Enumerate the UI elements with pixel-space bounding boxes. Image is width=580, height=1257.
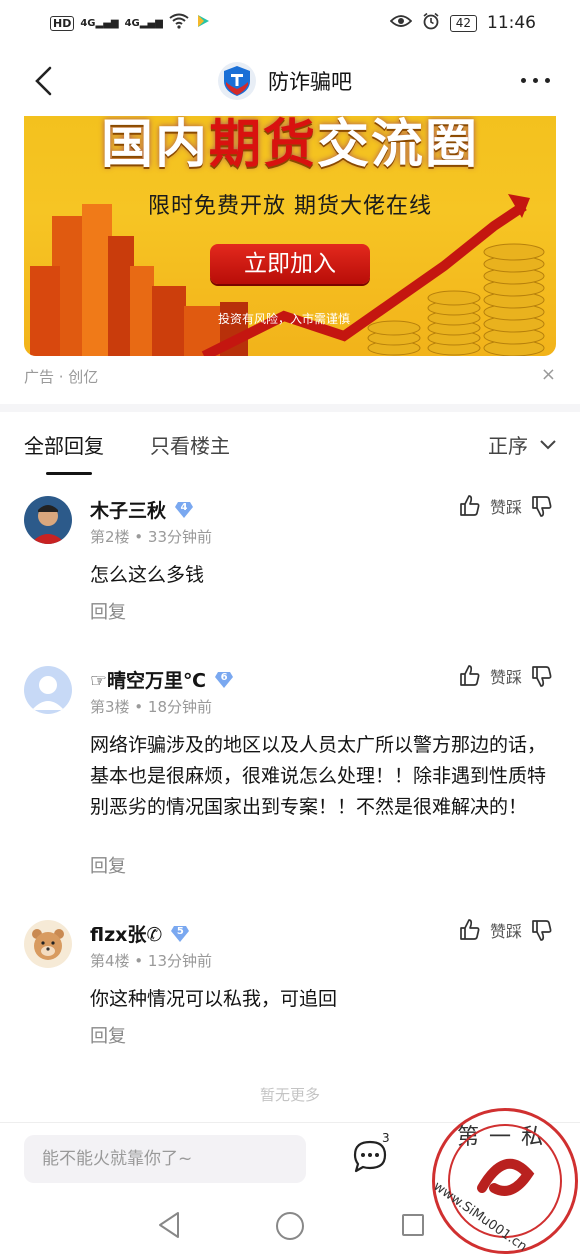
reply-content: 你这种情况可以私我，可追回 [90,988,338,1010]
reply-button[interactable]: 回复 [90,598,126,624]
reply-button[interactable]: 回复 [90,1022,126,1048]
system-nav-bar [0,1196,580,1257]
thumbs-up-icon[interactable] [458,494,482,518]
back-arrow-icon [35,66,52,96]
battery-indicator: 42 [449,14,477,32]
thumbs-down-icon[interactable] [530,918,554,942]
page-title: 防诈骗吧 [268,70,352,94]
more-dots-icon [521,78,526,83]
tab-host-only[interactable]: 只看楼主 [150,430,230,459]
back-button[interactable] [32,66,56,96]
sort-label: 正序 [488,434,528,458]
ad-join-button[interactable]: 立即加入 [210,244,370,284]
ad-close-icon[interactable]: × [541,366,556,387]
reply-button[interactable]: 回复 [90,852,126,878]
signal-icon: 4G▂▄▆ [80,17,119,29]
sort-dropdown[interactable]: 正序 [488,430,556,459]
reply-item: flzx张✆ 5 第4楼 • 13分钟前 你这种情况可以私我，可追回 回复 赞踩 [0,918,580,1050]
vote-label: 赞踩 [489,668,522,687]
wifi-icon [169,13,189,34]
ad-banner[interactable]: 国内期货交流圈 限时免费开放 期货大佬在线 立即加入 投资有风险，入市需谨慎 [24,116,556,356]
ad-meta: 广告 · 创亿 × [24,366,556,387]
hd-indicator: HD [50,15,75,31]
reply-author[interactable]: flzx张✆ 5 [90,920,190,947]
level-badge-icon: 6 [214,670,234,690]
vote-label: 赞踩 [489,922,522,941]
reply-content: 怎么这么多钱 [90,564,205,586]
active-tab-indicator [46,472,92,475]
vote-group: 赞踩 [458,918,554,942]
forum-header[interactable]: 防诈骗吧 [218,62,352,100]
reply-meta: 第3楼 • 18分钟前 [90,698,213,716]
reply-tabs: 全部回复 只看楼主 正序 [24,430,556,480]
chevron-down-icon [540,439,556,449]
thumbs-up-icon[interactable] [458,918,482,942]
more-options-button[interactable] [521,78,550,83]
vote-group: 赞踩 [458,494,554,518]
ad-headline: 国内期货交流圈 [100,116,480,175]
ad-risk-notice: 投资有风险，入市需谨慎 [218,312,351,326]
reply-meta: 第4楼 • 13分钟前 [90,952,213,970]
thumbs-down-icon[interactable] [530,664,554,688]
signal-icon-2: 4G▂▄▆ [124,17,163,29]
comment-input[interactable]: 能不能火就靠你了~ [24,1135,306,1183]
vote-group: 赞踩 [458,664,554,688]
system-recents-icon[interactable] [402,1214,424,1236]
reply-meta: 第2楼 • 33分钟前 [90,528,213,546]
video-app-icon [195,13,211,34]
clock: 11:46 [487,13,536,33]
avatar[interactable] [24,666,72,714]
status-bar: HD 4G▂▄▆ 4G▂▄▆ 42 11:46 [0,0,580,46]
system-back-icon[interactable] [156,1210,182,1240]
reply-item: 木子三秋 4 第2楼 • 33分钟前 怎么这么多钱 回复 赞踩 [0,494,580,626]
avatar[interactable] [24,920,72,968]
level-badge-icon: 5 [170,924,190,944]
avatar[interactable] [24,496,72,544]
no-more-indicator: 暂无更多 [259,1086,320,1104]
eye-icon [389,13,412,33]
section-divider [0,404,580,412]
alarm-icon [422,12,440,35]
ad-label: 广告 · 创亿 [24,368,99,386]
tab-all-replies[interactable]: 全部回复 [24,430,104,459]
comment-count-badge: 3 [382,1131,390,1145]
system-home-icon[interactable] [276,1212,304,1240]
reply-item: ☞晴空万里℃ 6 第3楼 • 18分钟前 网络诈骗涉及的地区以及人员太广所以警方… [0,664,580,878]
reply-author[interactable]: 木子三秋 4 [90,496,194,523]
vote-label: 赞踩 [489,498,522,517]
shield-logo-icon [218,62,256,100]
level-badge-icon: 4 [174,500,194,520]
thumbs-up-icon[interactable] [458,664,482,688]
ad-subline: 限时免费开放 期货大佬在线 [148,194,432,219]
thumbs-down-icon[interactable] [530,494,554,518]
reply-author[interactable]: ☞晴空万里℃ 6 [90,666,234,693]
reply-content: 网络诈骗涉及的地区以及人员太广所以警方那边的话，基本也是很麻烦，很难说怎么处理！… [90,734,547,818]
nav-bar: 防诈骗吧 [0,48,580,116]
